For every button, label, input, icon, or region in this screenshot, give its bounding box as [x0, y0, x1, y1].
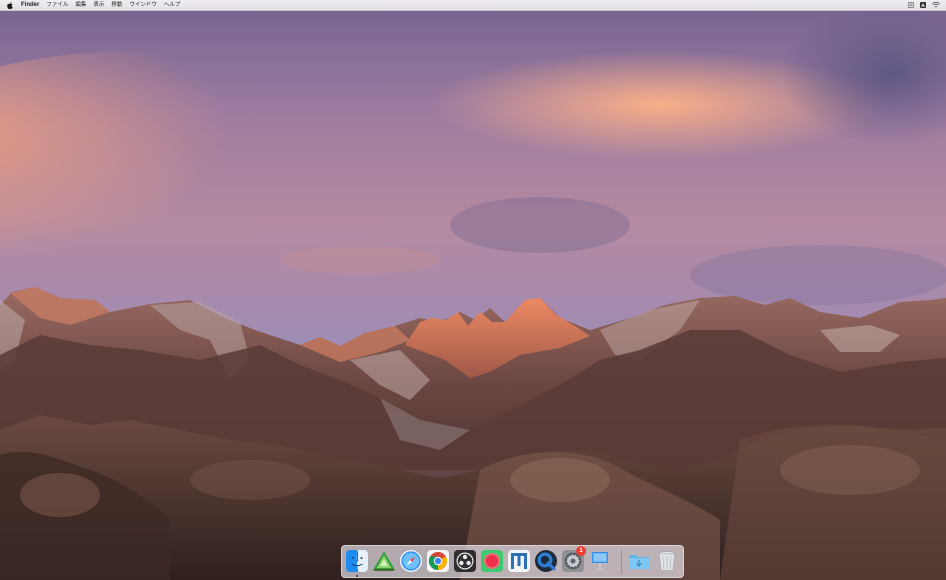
notification-badge: 1: [576, 546, 586, 556]
dock-separator: [621, 550, 622, 574]
chrome-icon: [427, 550, 449, 572]
finder-running-indicator: [356, 575, 358, 577]
desktop-wallpaper: [0, 0, 946, 580]
dock-green-triangle-app[interactable]: [372, 549, 396, 573]
obs-icon: [454, 550, 476, 572]
menu-file[interactable]: ファイル: [46, 0, 68, 10]
menu-go[interactable]: 移動: [111, 0, 122, 10]
record-app-icon: [481, 550, 503, 572]
menu-view[interactable]: 表示: [93, 0, 104, 10]
dock-quicktime[interactable]: [534, 549, 558, 573]
menu-edit[interactable]: 編集: [75, 0, 86, 10]
dock-mindmap[interactable]: [507, 549, 531, 573]
safari-icon: [400, 550, 422, 572]
menu-bar: Finder ファイル 編集 表示 移動 ウインドウ ヘルプ: [0, 0, 946, 11]
downloads-folder-icon: [629, 555, 649, 569]
quicktime-icon: [535, 550, 557, 572]
dock-downloads-stack[interactable]: [627, 549, 651, 573]
mindmap-app-icon: [508, 550, 530, 572]
dock-recorder[interactable]: [480, 549, 504, 573]
dock-finder[interactable]: [345, 549, 369, 573]
wifi-icon[interactable]: [932, 2, 940, 8]
dock-chrome[interactable]: [426, 549, 450, 573]
status-area: [908, 0, 940, 10]
menu-help[interactable]: ヘルプ: [164, 0, 181, 10]
dock-system-preferences[interactable]: 1: [561, 546, 586, 573]
menu-window[interactable]: ウインドウ: [129, 0, 157, 10]
menu-finder[interactable]: Finder: [21, 0, 39, 10]
trash-icon: [658, 551, 676, 571]
keynote-icon: [592, 552, 608, 572]
finder-icon: [346, 550, 368, 572]
dock-keynote[interactable]: [588, 549, 612, 573]
apple-menu-icon[interactable]: [7, 1, 15, 9]
user-account-icon[interactable]: [920, 2, 926, 8]
dock-safari[interactable]: [399, 549, 423, 573]
green-triangle-app-icon: [373, 551, 395, 571]
keyboard-input-icon[interactable]: [908, 2, 914, 8]
dock-obs[interactable]: [453, 549, 477, 573]
dock-trash[interactable]: [655, 549, 679, 573]
dock: 1: [341, 545, 684, 578]
